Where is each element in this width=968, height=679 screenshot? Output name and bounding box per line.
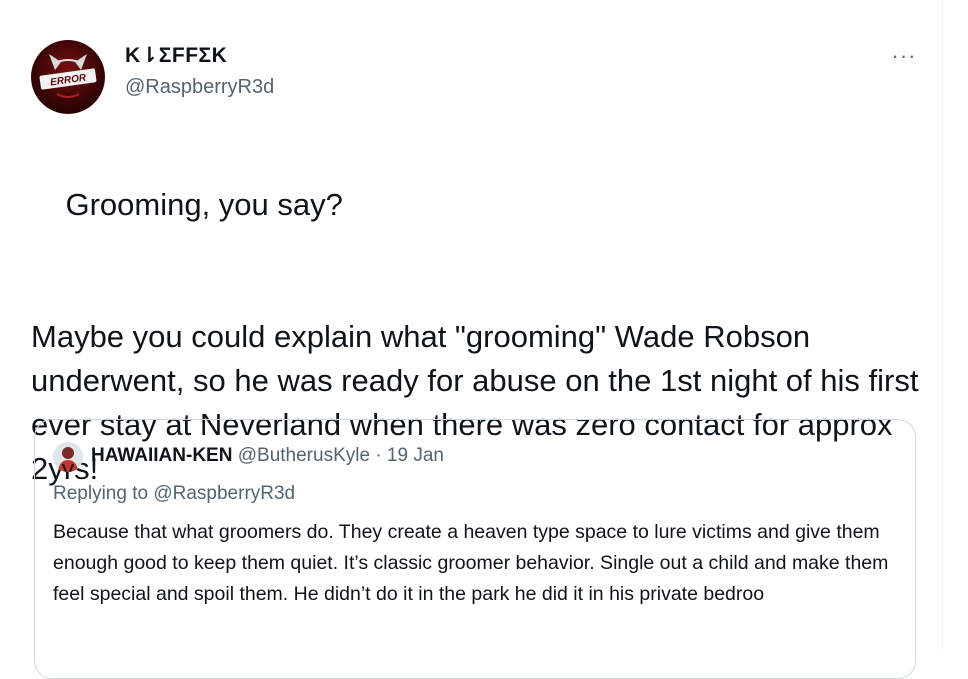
quoted-body-text: Because that what groomers do. They crea… [53,521,889,605]
quoted-replying-to: Replying to @RaspberryR3d [53,483,296,504]
quoted-date[interactable]: 19 Jan [387,445,444,466]
author-avatar[interactable]: ERROR [31,40,105,114]
quoted-header: HAWAIIAN-KEN @ButherusKyle · 19 Jan [91,445,444,467]
quoted-tweet[interactable]: HAWAIIAN-KEN @ButherusKyle · 19 Jan Repl… [34,419,916,679]
quoted-author-avatar[interactable] [53,442,83,472]
author-handle[interactable]: @RaspberryR3d [125,76,274,99]
author-display-name[interactable]: K⇂ΣFFΣK [125,43,227,68]
devil-avatar-icon: ERROR [39,54,97,98]
tweet-text-line1: Grooming, you say? [65,187,343,222]
tweet-card: ERROR K⇂ΣFFΣK @RaspberryR3d ··· Grooming… [0,0,943,679]
more-options-button[interactable]: ··· [884,43,924,68]
quoted-separator: · [375,445,382,466]
more-options-icon: ··· [891,43,917,68]
person-avatar-icon [53,442,83,472]
quoted-author-handle[interactable]: @ButherusKyle [238,445,370,466]
quoted-author-name[interactable]: HAWAIIAN-KEN [91,445,232,466]
